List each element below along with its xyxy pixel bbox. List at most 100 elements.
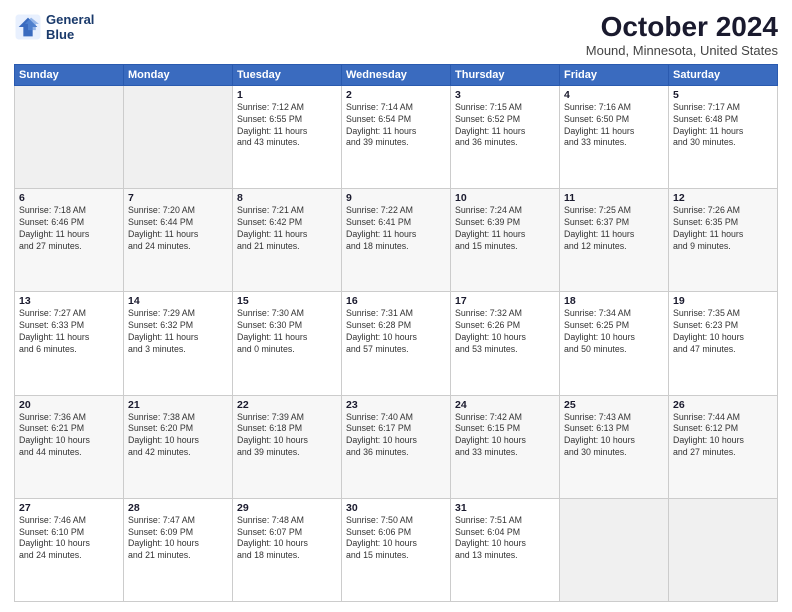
day-info: Sunrise: 7:27 AM Sunset: 6:33 PM Dayligh… — [19, 308, 119, 356]
day-info: Sunrise: 7:29 AM Sunset: 6:32 PM Dayligh… — [128, 308, 228, 356]
logo: General Blue — [14, 12, 94, 42]
calendar-cell: 26Sunrise: 7:44 AM Sunset: 6:12 PM Dayli… — [669, 395, 778, 498]
day-number: 13 — [19, 295, 119, 307]
day-info: Sunrise: 7:40 AM Sunset: 6:17 PM Dayligh… — [346, 412, 446, 460]
calendar-cell: 13Sunrise: 7:27 AM Sunset: 6:33 PM Dayli… — [15, 292, 124, 395]
day-number: 30 — [346, 502, 446, 514]
calendar-table: SundayMondayTuesdayWednesdayThursdayFrid… — [14, 64, 778, 602]
day-info: Sunrise: 7:31 AM Sunset: 6:28 PM Dayligh… — [346, 308, 446, 356]
week-row-5: 27Sunrise: 7:46 AM Sunset: 6:10 PM Dayli… — [15, 498, 778, 601]
day-info: Sunrise: 7:17 AM Sunset: 6:48 PM Dayligh… — [673, 102, 773, 150]
day-number: 15 — [237, 295, 337, 307]
header: General Blue October 2024 Mound, Minneso… — [14, 12, 778, 58]
day-number: 7 — [128, 192, 228, 204]
day-number: 2 — [346, 89, 446, 101]
day-number: 31 — [455, 502, 555, 514]
day-number: 6 — [19, 192, 119, 204]
page: General Blue October 2024 Mound, Minneso… — [0, 0, 792, 612]
day-info: Sunrise: 7:46 AM Sunset: 6:10 PM Dayligh… — [19, 515, 119, 563]
day-info: Sunrise: 7:32 AM Sunset: 6:26 PM Dayligh… — [455, 308, 555, 356]
calendar-cell: 16Sunrise: 7:31 AM Sunset: 6:28 PM Dayli… — [342, 292, 451, 395]
day-number: 16 — [346, 295, 446, 307]
calendar-cell: 12Sunrise: 7:26 AM Sunset: 6:35 PM Dayli… — [669, 189, 778, 292]
day-info: Sunrise: 7:35 AM Sunset: 6:23 PM Dayligh… — [673, 308, 773, 356]
day-info: Sunrise: 7:25 AM Sunset: 6:37 PM Dayligh… — [564, 205, 664, 253]
day-header-monday: Monday — [124, 64, 233, 85]
day-number: 18 — [564, 295, 664, 307]
day-number: 28 — [128, 502, 228, 514]
calendar-cell: 1Sunrise: 7:12 AM Sunset: 6:55 PM Daylig… — [233, 85, 342, 188]
day-info: Sunrise: 7:21 AM Sunset: 6:42 PM Dayligh… — [237, 205, 337, 253]
day-number: 27 — [19, 502, 119, 514]
day-number: 24 — [455, 399, 555, 411]
day-number: 19 — [673, 295, 773, 307]
day-number: 20 — [19, 399, 119, 411]
calendar-cell: 24Sunrise: 7:42 AM Sunset: 6:15 PM Dayli… — [451, 395, 560, 498]
day-info: Sunrise: 7:38 AM Sunset: 6:20 PM Dayligh… — [128, 412, 228, 460]
calendar-cell: 3Sunrise: 7:15 AM Sunset: 6:52 PM Daylig… — [451, 85, 560, 188]
day-info: Sunrise: 7:47 AM Sunset: 6:09 PM Dayligh… — [128, 515, 228, 563]
calendar-cell: 9Sunrise: 7:22 AM Sunset: 6:41 PM Daylig… — [342, 189, 451, 292]
logo-text: General Blue — [46, 12, 94, 42]
week-row-4: 20Sunrise: 7:36 AM Sunset: 6:21 PM Dayli… — [15, 395, 778, 498]
day-header-saturday: Saturday — [669, 64, 778, 85]
day-number: 22 — [237, 399, 337, 411]
calendar-cell — [560, 498, 669, 601]
day-number: 25 — [564, 399, 664, 411]
day-number: 23 — [346, 399, 446, 411]
day-header-tuesday: Tuesday — [233, 64, 342, 85]
day-number: 14 — [128, 295, 228, 307]
title-block: October 2024 Mound, Minnesota, United St… — [586, 12, 778, 58]
day-header-sunday: Sunday — [15, 64, 124, 85]
main-title: October 2024 — [586, 12, 778, 43]
calendar-cell: 5Sunrise: 7:17 AM Sunset: 6:48 PM Daylig… — [669, 85, 778, 188]
calendar-cell: 31Sunrise: 7:51 AM Sunset: 6:04 PM Dayli… — [451, 498, 560, 601]
day-info: Sunrise: 7:24 AM Sunset: 6:39 PM Dayligh… — [455, 205, 555, 253]
day-info: Sunrise: 7:43 AM Sunset: 6:13 PM Dayligh… — [564, 412, 664, 460]
day-header-thursday: Thursday — [451, 64, 560, 85]
calendar-cell: 4Sunrise: 7:16 AM Sunset: 6:50 PM Daylig… — [560, 85, 669, 188]
day-number: 17 — [455, 295, 555, 307]
calendar-cell: 19Sunrise: 7:35 AM Sunset: 6:23 PM Dayli… — [669, 292, 778, 395]
calendar-cell: 15Sunrise: 7:30 AM Sunset: 6:30 PM Dayli… — [233, 292, 342, 395]
day-info: Sunrise: 7:42 AM Sunset: 6:15 PM Dayligh… — [455, 412, 555, 460]
subtitle: Mound, Minnesota, United States — [586, 43, 778, 58]
calendar-cell: 14Sunrise: 7:29 AM Sunset: 6:32 PM Dayli… — [124, 292, 233, 395]
day-info: Sunrise: 7:36 AM Sunset: 6:21 PM Dayligh… — [19, 412, 119, 460]
day-number: 12 — [673, 192, 773, 204]
day-info: Sunrise: 7:20 AM Sunset: 6:44 PM Dayligh… — [128, 205, 228, 253]
day-number: 3 — [455, 89, 555, 101]
calendar-cell — [124, 85, 233, 188]
day-number: 29 — [237, 502, 337, 514]
calendar-cell: 21Sunrise: 7:38 AM Sunset: 6:20 PM Dayli… — [124, 395, 233, 498]
day-number: 11 — [564, 192, 664, 204]
week-row-2: 6Sunrise: 7:18 AM Sunset: 6:46 PM Daylig… — [15, 189, 778, 292]
day-header-wednesday: Wednesday — [342, 64, 451, 85]
day-number: 26 — [673, 399, 773, 411]
calendar-cell: 7Sunrise: 7:20 AM Sunset: 6:44 PM Daylig… — [124, 189, 233, 292]
day-number: 9 — [346, 192, 446, 204]
calendar-cell: 30Sunrise: 7:50 AM Sunset: 6:06 PM Dayli… — [342, 498, 451, 601]
day-info: Sunrise: 7:50 AM Sunset: 6:06 PM Dayligh… — [346, 515, 446, 563]
calendar-cell: 17Sunrise: 7:32 AM Sunset: 6:26 PM Dayli… — [451, 292, 560, 395]
day-info: Sunrise: 7:22 AM Sunset: 6:41 PM Dayligh… — [346, 205, 446, 253]
calendar-cell: 23Sunrise: 7:40 AM Sunset: 6:17 PM Dayli… — [342, 395, 451, 498]
day-info: Sunrise: 7:12 AM Sunset: 6:55 PM Dayligh… — [237, 102, 337, 150]
day-info: Sunrise: 7:51 AM Sunset: 6:04 PM Dayligh… — [455, 515, 555, 563]
day-header-friday: Friday — [560, 64, 669, 85]
day-info: Sunrise: 7:48 AM Sunset: 6:07 PM Dayligh… — [237, 515, 337, 563]
calendar-cell — [669, 498, 778, 601]
day-number: 4 — [564, 89, 664, 101]
day-info: Sunrise: 7:18 AM Sunset: 6:46 PM Dayligh… — [19, 205, 119, 253]
day-info: Sunrise: 7:30 AM Sunset: 6:30 PM Dayligh… — [237, 308, 337, 356]
calendar-cell: 2Sunrise: 7:14 AM Sunset: 6:54 PM Daylig… — [342, 85, 451, 188]
day-number: 8 — [237, 192, 337, 204]
calendar-cell: 22Sunrise: 7:39 AM Sunset: 6:18 PM Dayli… — [233, 395, 342, 498]
day-number: 10 — [455, 192, 555, 204]
calendar-cell: 20Sunrise: 7:36 AM Sunset: 6:21 PM Dayli… — [15, 395, 124, 498]
calendar-cell: 6Sunrise: 7:18 AM Sunset: 6:46 PM Daylig… — [15, 189, 124, 292]
day-number: 1 — [237, 89, 337, 101]
calendar-cell: 18Sunrise: 7:34 AM Sunset: 6:25 PM Dayli… — [560, 292, 669, 395]
week-row-3: 13Sunrise: 7:27 AM Sunset: 6:33 PM Dayli… — [15, 292, 778, 395]
day-info: Sunrise: 7:16 AM Sunset: 6:50 PM Dayligh… — [564, 102, 664, 150]
